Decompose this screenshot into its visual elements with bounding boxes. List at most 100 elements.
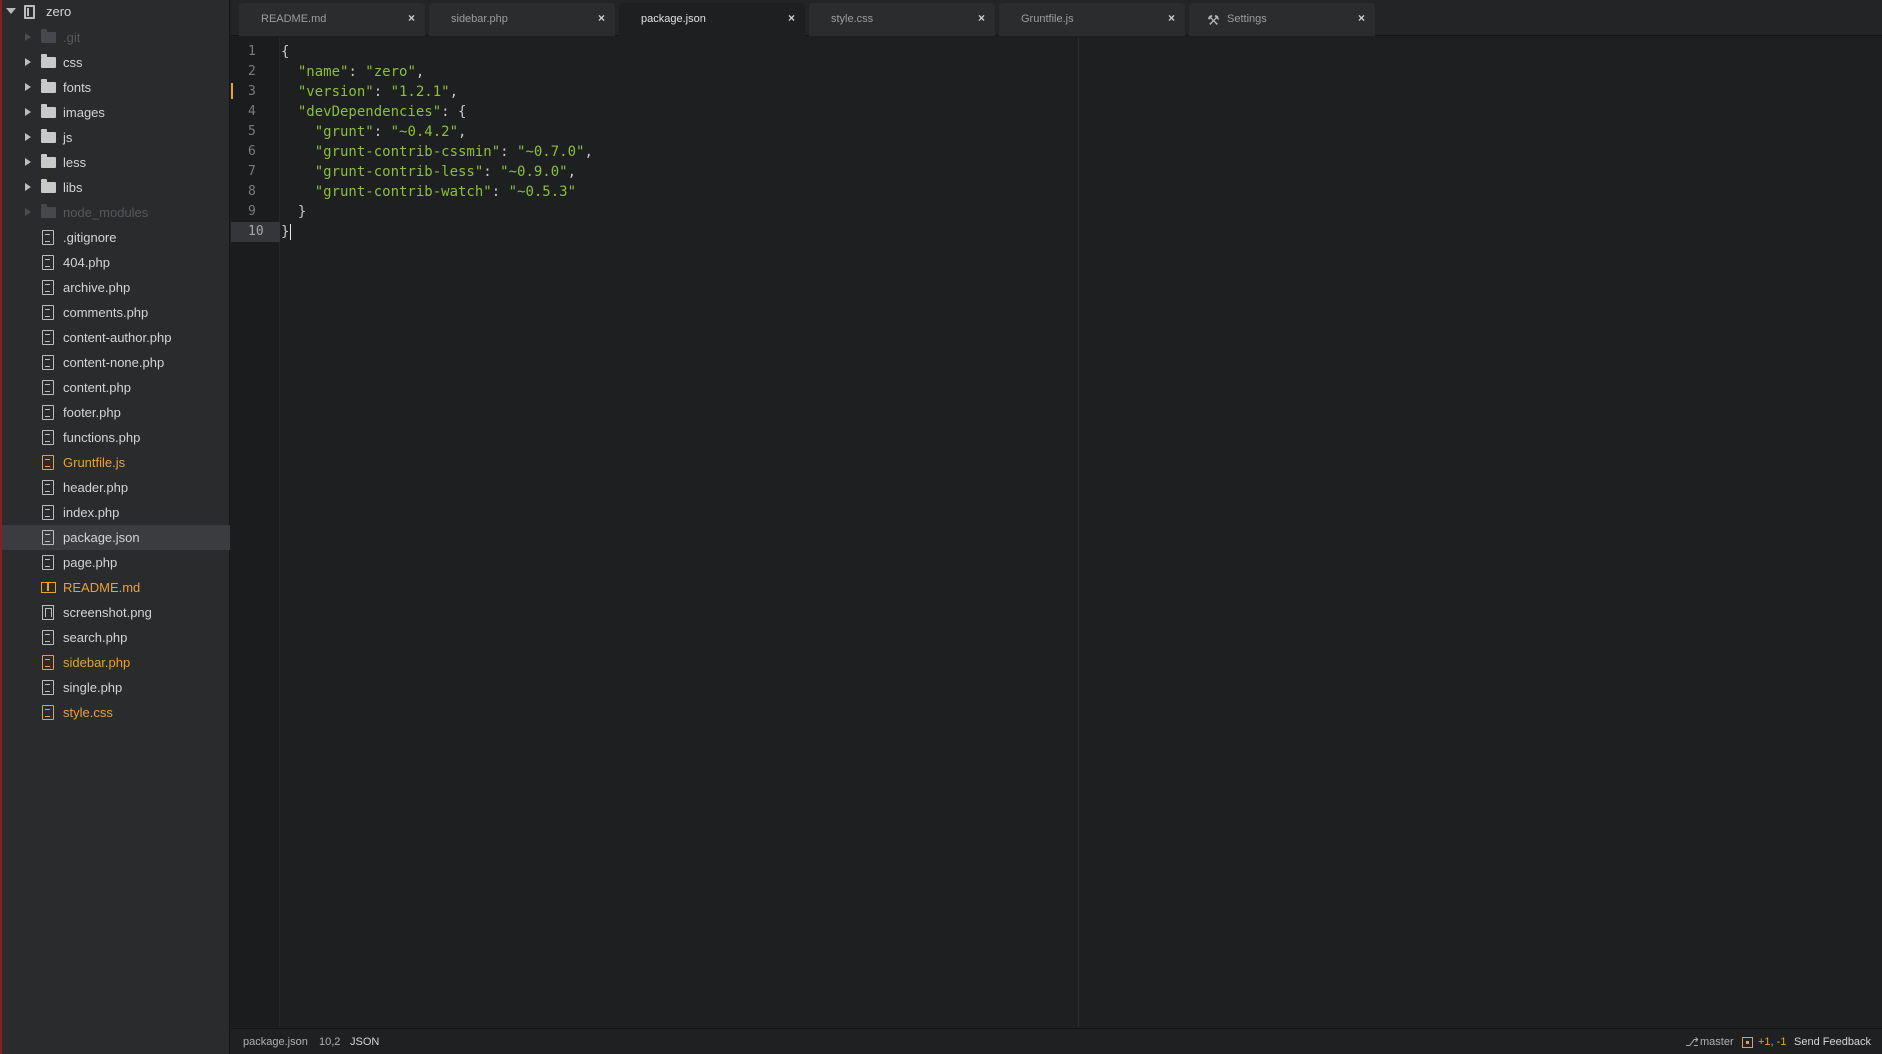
tree-file[interactable]: page.php — [2, 550, 230, 575]
tree-file[interactable]: .gitignore — [2, 225, 230, 250]
tree-file[interactable]: package.json — [2, 525, 230, 550]
line-number[interactable]: 5 — [231, 122, 280, 142]
code-line[interactable]: } — [281, 222, 289, 242]
book-icon — [41, 582, 56, 593]
tree-item-label: footer.php — [63, 405, 121, 420]
status-branch[interactable]: master — [1700, 1036, 1734, 1048]
file-icon — [42, 530, 54, 545]
tree-file[interactable]: README.md — [2, 575, 230, 600]
tab-style-css[interactable]: style.css × — [809, 3, 995, 36]
send-feedback-link[interactable]: Send Feedback — [1794, 1036, 1871, 1048]
tab-label: Settings — [1227, 13, 1267, 25]
line-number[interactable]: 7 — [231, 162, 280, 182]
code-line[interactable]: "grunt-contrib-cssmin": "~0.7.0", — [281, 142, 593, 162]
tree-file[interactable]: functions.php — [2, 425, 230, 450]
line-number[interactable]: 10 — [231, 222, 280, 242]
line-number[interactable]: 2 — [231, 62, 280, 82]
chevron-right-icon[interactable] — [25, 108, 31, 116]
line-number[interactable]: 9 — [231, 202, 280, 222]
tree-file[interactable]: footer.php — [2, 400, 230, 425]
tree-folder[interactable]: images — [2, 100, 230, 125]
close-icon[interactable]: × — [788, 11, 795, 25]
project-root[interactable]: zero — [2, 0, 230, 25]
code-line[interactable]: "devDependencies": { — [281, 102, 467, 122]
tree-file[interactable]: archive.php — [2, 275, 230, 300]
code-line[interactable]: "grunt-contrib-watch": "~0.5.3" — [281, 182, 576, 202]
tree-folder[interactable]: fonts — [2, 75, 230, 100]
tree-folder[interactable]: node_modules — [2, 200, 230, 225]
tree-folder[interactable]: .git — [2, 25, 230, 50]
status-file-name[interactable]: package.json — [243, 1036, 308, 1048]
close-icon[interactable]: × — [1358, 11, 1365, 25]
tree-folder[interactable]: libs — [2, 175, 230, 200]
chevron-right-icon[interactable] — [25, 33, 31, 41]
tree-file[interactable]: search.php — [2, 625, 230, 650]
text-cursor — [290, 224, 291, 240]
tab-gruntfile-js[interactable]: Gruntfile.js × — [999, 3, 1185, 36]
media-file-icon — [42, 605, 54, 620]
tab-settings[interactable]: ⚒ Settings × — [1189, 3, 1375, 36]
tree-item-label: node_modules — [63, 205, 149, 220]
tab-sidebar-php[interactable]: sidebar.php × — [429, 3, 615, 36]
code-text: "grunt": "~0.4.2", — [314, 124, 467, 140]
code-line[interactable]: "grunt": "~0.4.2", — [281, 122, 467, 142]
line-number[interactable]: 8 — [231, 182, 280, 202]
code-line[interactable]: { — [281, 42, 289, 62]
code-text: } — [281, 224, 290, 240]
tree-folder[interactable]: css — [2, 50, 230, 75]
line-number[interactable]: 1 — [231, 42, 280, 62]
tab-package-json[interactable]: package.json × — [619, 3, 805, 37]
code-line[interactable]: "version": "1.2.1", — [281, 82, 458, 102]
git-branch-icon: ⎇ — [1685, 1035, 1699, 1049]
folder-icon — [41, 154, 56, 168]
line-number[interactable]: 6 — [231, 142, 280, 162]
file-icon — [42, 555, 54, 570]
repo-icon — [24, 5, 35, 19]
chevron-right-icon[interactable] — [25, 83, 31, 91]
close-icon[interactable]: × — [598, 11, 605, 25]
chevron-right-icon[interactable] — [25, 158, 31, 166]
status-grammar[interactable]: JSON — [350, 1036, 379, 1048]
tree-file[interactable]: screenshot.png — [2, 600, 230, 625]
tree-file[interactable]: 404.php — [2, 250, 230, 275]
tree-file[interactable]: comments.php — [2, 300, 230, 325]
tree-file[interactable]: sidebar.php — [2, 650, 230, 675]
tree-item-label: sidebar.php — [63, 655, 131, 670]
tree-file[interactable]: Gruntfile.js — [2, 450, 230, 475]
chevron-right-icon[interactable] — [25, 183, 31, 191]
editor-pane[interactable]: 1 2 3 4 5 6 7 8 9 10 { "name": "zero", "version":… — [231, 37, 1882, 1027]
chevron-right-icon[interactable] — [25, 58, 31, 66]
code-line[interactable]: "name": "zero", — [281, 62, 424, 82]
code-line[interactable]: "grunt-contrib-less": "~0.9.0", — [281, 162, 576, 182]
tree-file[interactable]: content.php — [2, 375, 230, 400]
file-icon — [42, 630, 54, 645]
tree-folder[interactable]: less — [2, 150, 230, 175]
tree-view[interactable]: zero .git css fonts images js less libs node_mo… — [2, 0, 230, 1054]
line-number[interactable]: 4 — [231, 102, 280, 122]
tab-label: style.css — [831, 13, 874, 25]
status-cursor-position[interactable]: 10,2 — [319, 1036, 340, 1048]
tree-folder[interactable]: js — [2, 125, 230, 150]
tree-file[interactable]: style.css — [2, 700, 230, 725]
tab-readme-md[interactable]: README.md × — [239, 3, 425, 36]
file-icon — [42, 655, 54, 670]
code-line[interactable]: } — [281, 202, 306, 222]
tree-item-label: .gitignore — [63, 230, 117, 245]
chevron-down-icon[interactable] — [6, 8, 16, 14]
folder-icon — [41, 29, 56, 43]
chevron-right-icon[interactable] — [25, 133, 31, 141]
line-number[interactable]: 3 — [231, 82, 280, 102]
code-text: "grunt-contrib-cssmin": "~0.7.0", — [314, 144, 593, 160]
tree-file[interactable]: index.php — [2, 500, 230, 525]
chevron-right-icon[interactable] — [25, 208, 31, 216]
tree-file[interactable]: single.php — [2, 675, 230, 700]
close-icon[interactable]: × — [978, 11, 985, 25]
file-icon — [42, 455, 54, 470]
tree-file[interactable]: header.php — [2, 475, 230, 500]
close-icon[interactable]: × — [408, 11, 415, 25]
tree-file[interactable]: content-author.php — [2, 325, 230, 350]
tree-item-label: archive.php — [63, 280, 131, 295]
line-number-gutter[interactable]: 1 2 3 4 5 6 7 8 9 10 — [231, 37, 280, 1027]
tree-file[interactable]: content-none.php — [2, 350, 230, 375]
close-icon[interactable]: × — [1168, 11, 1175, 25]
